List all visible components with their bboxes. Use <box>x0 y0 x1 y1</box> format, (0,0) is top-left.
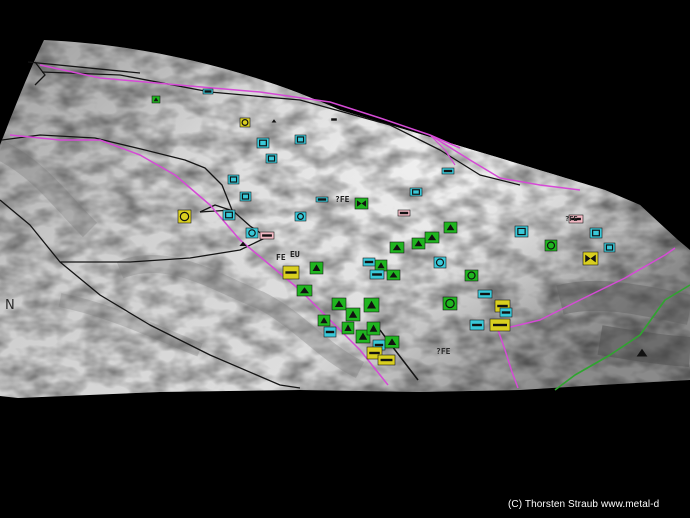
unit-symbol-icon[interactable] <box>282 265 300 280</box>
symbol-text-eu: EU <box>290 250 300 259</box>
unit-symbol-icon[interactable] <box>469 319 485 331</box>
unit-symbol-icon[interactable] <box>464 269 479 282</box>
unit-symbol-icon[interactable] <box>477 289 493 299</box>
unit-symbol-icon[interactable] <box>309 261 324 275</box>
unit-symbol-icon[interactable] <box>374 259 388 272</box>
unit-symbol-icon[interactable] <box>377 354 396 366</box>
unit-symbol-icon[interactable] <box>341 321 355 335</box>
unit-symbol-icon[interactable] <box>259 231 275 240</box>
unit-symbol-icon[interactable] <box>443 221 458 234</box>
symbol-text-fe-1: ?FE <box>335 195 350 204</box>
unit-symbol-icon[interactable] <box>544 239 558 252</box>
unit-symbol-icon[interactable] <box>514 225 529 238</box>
unit-symbol-icon[interactable] <box>582 251 599 266</box>
unit-symbol-icon[interactable] <box>369 269 385 280</box>
unit-symbol-icon[interactable] <box>202 88 214 95</box>
unit-symbol-icon[interactable] <box>366 321 381 336</box>
unit-symbol-icon[interactable] <box>384 335 400 349</box>
unit-symbol-icon[interactable] <box>245 227 259 239</box>
unit-symbol-icon[interactable] <box>363 297 380 313</box>
unit-symbol-icon[interactable] <box>317 314 331 327</box>
unit-symbol-icon[interactable] <box>603 242 616 253</box>
unit-symbol-icon[interactable] <box>239 191 252 202</box>
symbol-text-fe-3: FE <box>276 253 286 262</box>
symbol-text-fe-4: ?FE <box>565 215 578 223</box>
unit-symbol-icon[interactable] <box>409 187 423 197</box>
unit-symbol-icon[interactable] <box>296 284 313 297</box>
unit-symbol-icon[interactable] <box>265 153 278 164</box>
unit-symbol-icon[interactable] <box>362 257 376 267</box>
unit-symbol-icon[interactable] <box>177 209 192 224</box>
unit-symbol-icon[interactable] <box>323 326 337 338</box>
terrain-surface <box>0 40 690 398</box>
unit-symbol-icon[interactable] <box>589 227 603 239</box>
unit-symbol-icon[interactable] <box>397 209 411 217</box>
unit-symbol-icon[interactable] <box>433 256 447 269</box>
unit-symbol-icon[interactable] <box>151 95 161 104</box>
unit-symbol-icon[interactable] <box>441 167 455 175</box>
unit-symbol-icon[interactable] <box>499 307 513 318</box>
unit-symbol-icon[interactable] <box>239 117 251 128</box>
unit-symbol-icon[interactable] <box>345 307 361 322</box>
unit-symbol-icon[interactable] <box>294 134 307 145</box>
unit-symbol-icon[interactable] <box>411 237 426 250</box>
unit-symbol-icon[interactable] <box>389 241 405 254</box>
unit-symbol-icon[interactable] <box>331 297 347 311</box>
unit-symbol-icon[interactable] <box>442 296 458 311</box>
unit-symbol-icon[interactable] <box>489 318 511 332</box>
unit-symbol-icon[interactable] <box>294 211 307 222</box>
unit-symbol-icon[interactable] <box>222 209 236 221</box>
symbol-text-fe-2: ?FE <box>436 347 451 356</box>
copyright-credit: (C) Thorsten Straub www.metal-d <box>508 499 660 510</box>
unit-symbol-icon[interactable] <box>386 269 401 281</box>
unit-symbol-icon[interactable] <box>354 197 369 210</box>
terrain-map-3d[interactable] <box>0 0 690 518</box>
unit-symbol-icon[interactable] <box>227 174 240 185</box>
unit-symbol-icon[interactable] <box>315 196 329 203</box>
unit-symbol-icon[interactable] <box>424 231 440 244</box>
map-letter-label: N <box>5 298 15 313</box>
unit-symbol-icon[interactable] <box>256 137 270 149</box>
